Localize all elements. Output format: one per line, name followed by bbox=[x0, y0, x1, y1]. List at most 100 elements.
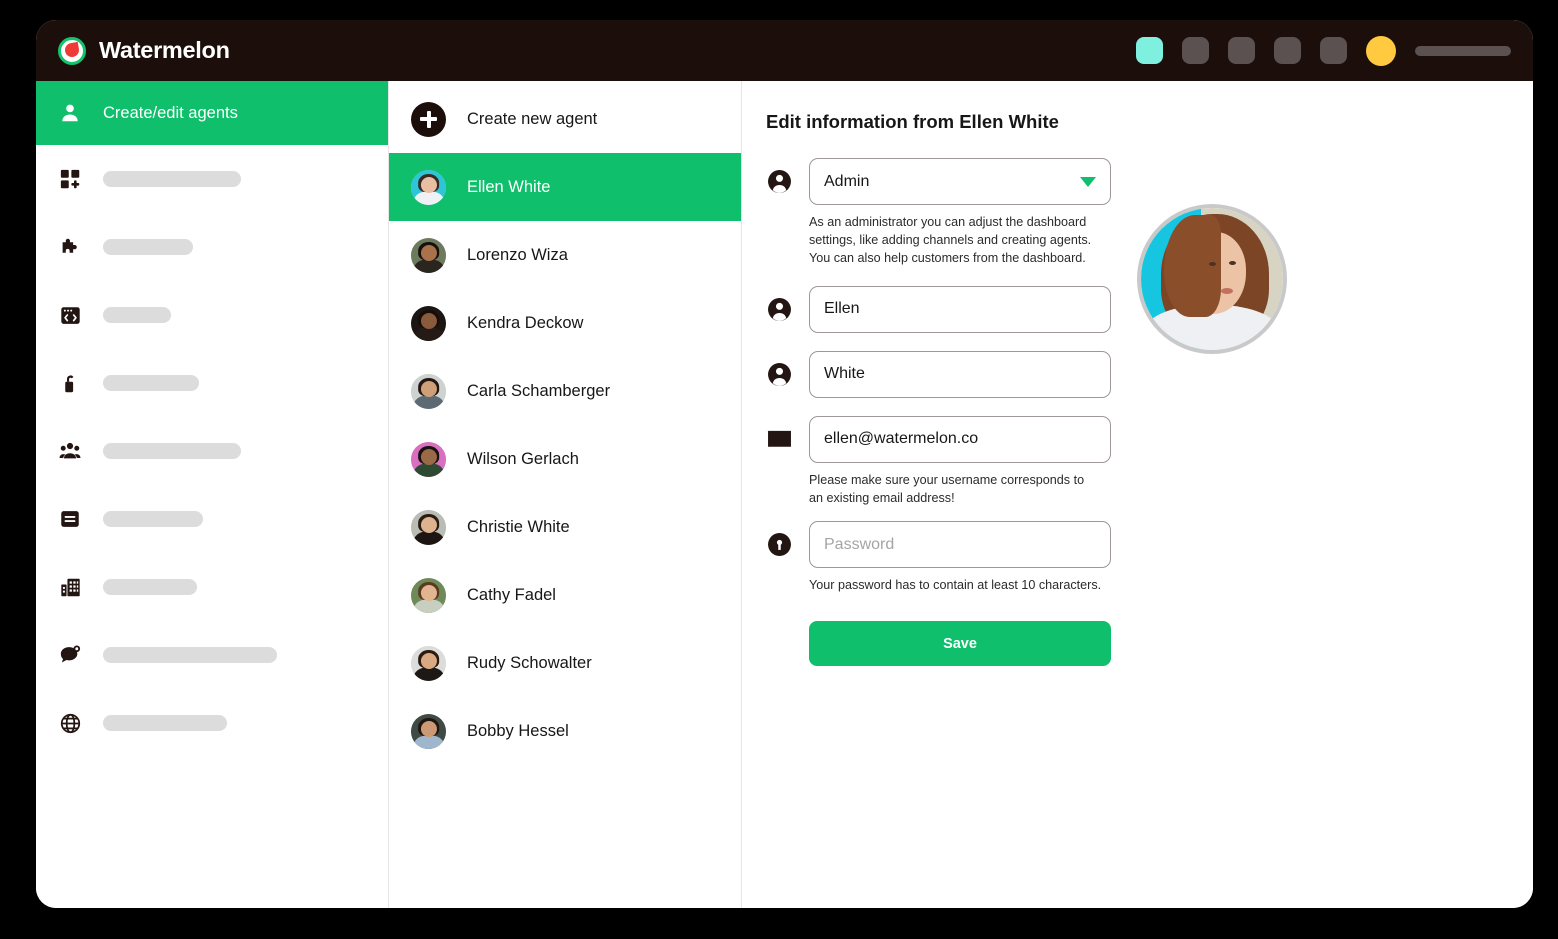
agent-list-item-christie-white[interactable]: Christie White bbox=[389, 493, 741, 561]
edit-agent-panel: Edit information from Ellen White Admin bbox=[742, 81, 1533, 908]
email-value: ellen@watermelon.co bbox=[824, 430, 979, 448]
sidebar-item-chat-badge[interactable] bbox=[36, 621, 388, 689]
chevron-down-icon bbox=[1080, 176, 1096, 187]
sidebar-item-create-edit-agents[interactable]: Create/edit agents bbox=[36, 81, 388, 145]
app-body: Create/edit agents Create new agent Elle… bbox=[36, 81, 1533, 908]
agent-form: Admin As an administrator you can adjust… bbox=[766, 158, 1111, 667]
avatar bbox=[411, 237, 446, 273]
agent-name: Wilson Gerlach bbox=[467, 449, 579, 468]
chip-5-icon[interactable] bbox=[1320, 37, 1347, 64]
agent-name: Cathy Fadel bbox=[467, 585, 556, 604]
role-select[interactable]: Admin bbox=[809, 158, 1111, 205]
chip-1-icon[interactable] bbox=[1136, 37, 1163, 64]
avatar bbox=[411, 169, 446, 205]
code-window-icon bbox=[58, 303, 82, 327]
password-field-row: Password bbox=[766, 521, 1111, 569]
user-circle-icon bbox=[766, 361, 792, 387]
agent-name: Bobby Hessel bbox=[467, 721, 569, 740]
password-input[interactable]: Password bbox=[809, 521, 1111, 569]
first-name-value: Ellen bbox=[824, 300, 860, 318]
agent-list-item-kendra-deckow[interactable]: Kendra Deckow bbox=[389, 289, 741, 357]
agent-list-item-bobby-hessel[interactable]: Bobby Hessel bbox=[389, 697, 741, 765]
sidebar-item-code-window[interactable] bbox=[36, 281, 388, 349]
sidebar-item-label: Create/edit agents bbox=[103, 103, 238, 122]
brand-name: Watermelon bbox=[99, 37, 230, 63]
envelope-icon bbox=[766, 426, 792, 452]
agent-list-item-cathy-fadel[interactable]: Cathy Fadel bbox=[389, 561, 741, 629]
puzzle-icon bbox=[58, 235, 82, 259]
building-icon bbox=[58, 575, 82, 599]
sidebar: Create/edit agents bbox=[36, 81, 389, 908]
sidebar-item-list[interactable] bbox=[36, 485, 388, 553]
password-placeholder: Password bbox=[824, 535, 895, 553]
save-button[interactable]: Save bbox=[809, 621, 1111, 667]
user-circle-icon bbox=[766, 169, 792, 195]
agent-name: Rudy Schowalter bbox=[467, 653, 592, 672]
sidebar-item-skeleton bbox=[103, 375, 199, 391]
sidebar-item-skeleton bbox=[103, 307, 171, 323]
list-icon bbox=[58, 507, 82, 531]
agent-name: Lorenzo Wiza bbox=[467, 245, 568, 264]
sidebar-item-users-group[interactable] bbox=[36, 417, 388, 485]
last-name-value: White bbox=[824, 365, 865, 383]
sidebar-item-lock[interactable] bbox=[36, 349, 388, 417]
chip-4-icon[interactable] bbox=[1274, 37, 1301, 64]
sidebar-item-globe[interactable] bbox=[36, 689, 388, 757]
status-dot-icon[interactable] bbox=[1366, 35, 1396, 66]
page-title-name: Ellen White bbox=[959, 111, 1059, 132]
agent-name: Kendra Deckow bbox=[467, 313, 584, 332]
agent-name: Ellen White bbox=[467, 177, 551, 196]
agent-name: Christie White bbox=[467, 517, 570, 536]
sidebar-item-grid-plus[interactable] bbox=[36, 145, 388, 213]
email-field-row: ellen@watermelon.co bbox=[766, 415, 1111, 463]
email-input[interactable]: ellen@watermelon.co bbox=[809, 415, 1111, 463]
agent-list-item-lorenzo-wiza[interactable]: Lorenzo Wiza bbox=[389, 221, 741, 289]
watermelon-logo-icon bbox=[58, 36, 86, 65]
last-name-field-row: White bbox=[766, 350, 1111, 398]
agent-list-item-wilson-gerlach[interactable]: Wilson Gerlach bbox=[389, 425, 741, 493]
globe-icon bbox=[58, 711, 82, 735]
avatar bbox=[411, 373, 446, 409]
avatar bbox=[411, 441, 446, 477]
sidebar-item-puzzle[interactable] bbox=[36, 213, 388, 281]
lock-icon bbox=[766, 532, 792, 558]
sidebar-item-skeleton bbox=[103, 647, 277, 663]
titlebar-placeholder-bar bbox=[1415, 45, 1511, 56]
create-new-agent-button[interactable]: Create new agent bbox=[389, 85, 741, 153]
avatar bbox=[411, 713, 446, 749]
role-select-value: Admin bbox=[824, 172, 870, 190]
sidebar-item-skeleton bbox=[103, 715, 227, 731]
chip-2-icon[interactable] bbox=[1182, 37, 1209, 64]
user-circle-icon bbox=[766, 296, 792, 322]
agent-list-item-rudy-schowalter[interactable]: Rudy Schowalter bbox=[389, 629, 741, 697]
agent-profile-photo[interactable] bbox=[1137, 204, 1287, 354]
app-window: Watermelon Create/edit agents Create new… bbox=[36, 20, 1533, 908]
sidebar-item-skeleton bbox=[103, 579, 197, 595]
avatar bbox=[411, 305, 446, 341]
chip-3-icon[interactable] bbox=[1228, 37, 1255, 64]
email-helper-text: Please make sure your username correspon… bbox=[809, 472, 1085, 505]
create-new-agent-label: Create new agent bbox=[467, 109, 598, 128]
avatar bbox=[411, 645, 446, 681]
agent-list: Create new agent Ellen White Lorenzo Wiz… bbox=[389, 81, 742, 908]
first-name-input[interactable]: Ellen bbox=[809, 285, 1111, 333]
first-name-field-row: Ellen bbox=[766, 285, 1111, 333]
user-icon bbox=[58, 101, 82, 125]
sidebar-item-building[interactable] bbox=[36, 553, 388, 621]
lock-icon bbox=[58, 371, 82, 395]
page-title: Edit information from Ellen White bbox=[766, 111, 1533, 133]
sidebar-item-skeleton bbox=[103, 511, 203, 527]
last-name-input[interactable]: White bbox=[809, 350, 1111, 398]
password-helper-text: Your password has to contain at least 10… bbox=[809, 578, 1102, 593]
role-field-row: Admin bbox=[766, 158, 1111, 205]
role-helper-text: As an administrator you can adjust the d… bbox=[809, 215, 1092, 265]
agent-list-item-ellen-white[interactable]: Ellen White bbox=[389, 153, 741, 221]
brand-logo[interactable]: Watermelon bbox=[58, 36, 230, 65]
agent-list-item-carla-schamberger[interactable]: Carla Schamberger bbox=[389, 357, 741, 425]
titlebar-controls bbox=[1136, 35, 1511, 66]
page-title-prefix: Edit information from bbox=[766, 111, 960, 132]
